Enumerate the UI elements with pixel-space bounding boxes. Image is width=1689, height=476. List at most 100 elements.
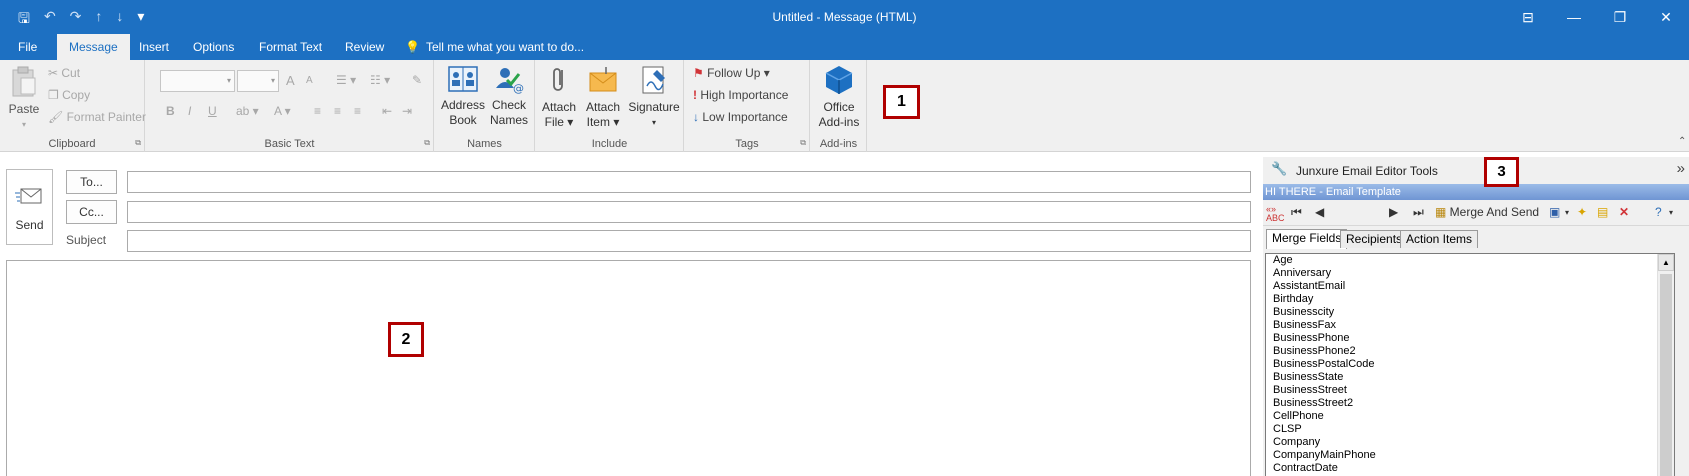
merge-field-item[interactable]: CLSP bbox=[1273, 423, 1674, 436]
font-size-combo[interactable]: ▾ bbox=[237, 70, 279, 92]
chevron-down-icon: ▾ bbox=[270, 76, 275, 85]
chevron-down-icon[interactable]: ▾ bbox=[1565, 208, 1569, 217]
chevron-down-icon[interactable]: ▾ bbox=[1669, 208, 1673, 217]
minimize-button[interactable]: — bbox=[1551, 0, 1597, 34]
font-name-combo[interactable]: ▾ bbox=[160, 70, 235, 92]
save-icon[interactable]: ▣ bbox=[1549, 205, 1560, 219]
format-painter-button[interactable]: 🖌 Format Painter bbox=[48, 110, 146, 124]
bullets-icon[interactable]: ☰ ▾ bbox=[336, 73, 356, 87]
merge-fields-scrollbar[interactable]: ▲ bbox=[1657, 254, 1674, 476]
follow-up-button[interactable]: ⚑ Follow Up ▾ bbox=[693, 66, 770, 80]
copy-button[interactable]: ❐ Copy bbox=[48, 88, 90, 102]
dialog-launcher-icon[interactable]: ⧉ bbox=[424, 138, 430, 148]
message-body[interactable] bbox=[6, 260, 1251, 476]
increase-indent-icon[interactable]: ⇥ bbox=[402, 104, 412, 118]
merge-field-item[interactable]: BusinessPhone2 bbox=[1273, 345, 1674, 358]
close-button[interactable]: ✕ bbox=[1643, 0, 1689, 34]
chevron-down-icon: ▾ bbox=[21, 120, 26, 129]
restore-button[interactable]: ❐ bbox=[1597, 0, 1643, 34]
tab-message[interactable]: Message bbox=[57, 34, 130, 60]
previous-record-icon[interactable]: ◀ bbox=[1315, 205, 1324, 219]
attach-file-button[interactable]: Attach File ▾ bbox=[538, 64, 580, 130]
tab-file[interactable]: File bbox=[6, 34, 49, 60]
address-book-button[interactable]: Address Book bbox=[441, 64, 485, 128]
low-importance-button[interactable]: ↓ Low Importance bbox=[693, 110, 788, 124]
check-names-button[interactable]: @ Check Names bbox=[487, 64, 531, 128]
merge-field-item[interactable]: Anniversary bbox=[1273, 267, 1674, 280]
dialog-launcher-icon[interactable]: ⧉ bbox=[135, 138, 141, 148]
align-center-icon[interactable]: ≡ bbox=[334, 104, 341, 118]
tab-action-items[interactable]: Action Items bbox=[1400, 230, 1479, 248]
tab-recipients[interactable]: Recipients bbox=[1340, 230, 1409, 248]
merge-field-item[interactable]: BusinessStreet2 bbox=[1273, 397, 1674, 410]
attach-item-label-1: Attach bbox=[585, 100, 621, 114]
merge-field-item[interactable]: BusinessPostalCode bbox=[1273, 358, 1674, 371]
first-record-icon[interactable]: ⏮ bbox=[1291, 205, 1302, 220]
grow-font-button[interactable]: A bbox=[286, 73, 295, 88]
merge-field-item[interactable]: Businesscity bbox=[1273, 306, 1674, 319]
pane-header: 🔧 Junxure Email Editor Tools » bbox=[1263, 157, 1689, 184]
ribbon-display-options-button[interactable]: ⊟ bbox=[1505, 0, 1551, 34]
chevron-down-icon: ▾ bbox=[651, 118, 656, 127]
tell-me-box[interactable]: 💡 Tell me what you want to do... bbox=[393, 34, 596, 60]
send-envelope-icon bbox=[14, 188, 41, 204]
shrink-font-button[interactable]: A bbox=[306, 75, 313, 86]
decrease-indent-icon[interactable]: ⇤ bbox=[382, 104, 392, 118]
check-names-icon: @ bbox=[496, 68, 524, 95]
merge-field-item[interactable]: BusinessState bbox=[1273, 371, 1674, 384]
delete-icon[interactable]: ✕ bbox=[1619, 205, 1629, 219]
merge-field-item[interactable]: CellPhone bbox=[1273, 410, 1674, 423]
merge-field-item[interactable]: BusinessPhone bbox=[1273, 332, 1674, 345]
attach-item-button[interactable]: Attach Item ▾ bbox=[582, 64, 624, 130]
callout-3: 3 bbox=[1484, 157, 1519, 187]
align-right-icon[interactable]: ≡ bbox=[354, 104, 361, 118]
merge-field-item[interactable]: ContractDate bbox=[1273, 462, 1674, 475]
ribbon-tabs: File Message Insert Options Format Text … bbox=[0, 34, 1689, 60]
merge-and-send-button[interactable]: ▦ Merge And Send bbox=[1435, 205, 1539, 219]
attach-file-label-1: Attach bbox=[541, 100, 577, 114]
subject-field[interactable] bbox=[127, 230, 1251, 252]
cut-label: Cut bbox=[61, 66, 81, 80]
dialog-launcher-icon[interactable]: ⧉ bbox=[800, 138, 806, 148]
underline-button[interactable]: U bbox=[208, 104, 217, 118]
new-template-icon[interactable]: ✦ bbox=[1577, 205, 1587, 219]
tab-insert[interactable]: Insert bbox=[127, 34, 181, 60]
scroll-thumb[interactable] bbox=[1660, 274, 1672, 476]
expand-pane-icon[interactable]: » bbox=[1677, 160, 1685, 177]
cc-field[interactable] bbox=[127, 201, 1251, 223]
align-left-icon[interactable]: ≡ bbox=[314, 104, 321, 118]
bold-button[interactable]: B bbox=[166, 104, 175, 118]
tab-format-text[interactable]: Format Text bbox=[247, 34, 334, 60]
next-record-icon[interactable]: ▶ bbox=[1389, 205, 1398, 219]
merge-field-item[interactable]: Birthday bbox=[1273, 293, 1674, 306]
paste-button[interactable]: Paste ▾ bbox=[5, 64, 43, 132]
last-record-icon[interactable]: ⏭ bbox=[1413, 205, 1424, 220]
cc-button[interactable]: Cc... bbox=[66, 200, 117, 224]
merge-field-item[interactable]: BusinessFax bbox=[1273, 319, 1674, 332]
spellcheck-icon[interactable]: «» ABC bbox=[1266, 205, 1285, 223]
font-color-icon[interactable]: A ▾ bbox=[274, 104, 291, 118]
help-icon[interactable]: ? bbox=[1655, 205, 1662, 219]
merge-field-item[interactable]: Company bbox=[1273, 436, 1674, 449]
cut-button[interactable]: ✂ Cut bbox=[48, 66, 80, 80]
to-button[interactable]: To... bbox=[66, 170, 117, 194]
scroll-up-icon[interactable]: ▲ bbox=[1658, 254, 1674, 271]
highlight-icon[interactable]: ab ▾ bbox=[236, 104, 259, 118]
office-addins-button[interactable]: Office Add-ins bbox=[813, 64, 865, 130]
merge-field-item[interactable]: BusinessStreet bbox=[1273, 384, 1674, 397]
tab-merge-fields[interactable]: Merge Fields bbox=[1266, 229, 1348, 249]
tab-options[interactable]: Options bbox=[181, 34, 246, 60]
collapse-ribbon-icon[interactable]: ⌃ bbox=[1678, 136, 1686, 147]
italic-button[interactable]: I bbox=[188, 104, 191, 118]
open-folder-icon[interactable]: ▤ bbox=[1597, 205, 1608, 219]
merge-field-item[interactable]: AssistantEmail bbox=[1273, 280, 1674, 293]
to-field[interactable] bbox=[127, 171, 1251, 193]
signature-button[interactable]: Signature ▾ bbox=[626, 64, 682, 130]
merge-field-item[interactable]: Age bbox=[1273, 254, 1674, 267]
clear-formatting-icon[interactable]: ✎ bbox=[412, 73, 422, 87]
tab-review[interactable]: Review bbox=[333, 34, 396, 60]
high-importance-button[interactable]: ! High Importance bbox=[693, 88, 788, 102]
merge-field-item[interactable]: CompanyMainPhone bbox=[1273, 449, 1674, 462]
send-button[interactable]: Send bbox=[6, 169, 53, 245]
numbering-icon[interactable]: ☷ ▾ bbox=[370, 73, 390, 87]
